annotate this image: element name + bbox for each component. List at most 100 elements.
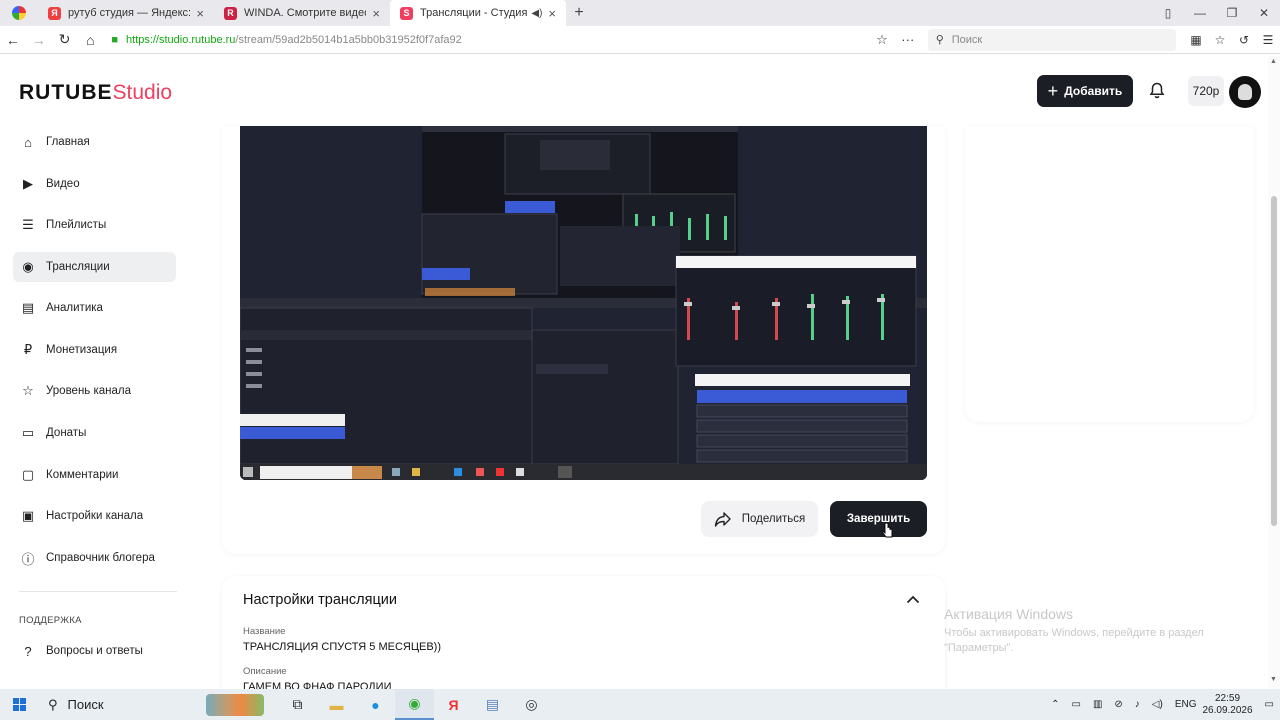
name-label: Название [243, 626, 286, 637]
scroll-up-icon[interactable]: ▲ [1270, 58, 1277, 65]
sidebar-item-blogger-guide[interactable]: ⓘ Справочник блогера [13, 543, 176, 573]
notepad-icon[interactable]: ▤ [473, 689, 512, 720]
sidebar-item-label: Справочник блогера [46, 552, 155, 564]
language-indicator[interactable]: ENG [1175, 699, 1197, 710]
sidebar-item-channel-level[interactable]: ☆ Уровень канала [13, 376, 176, 406]
sidebar-item-label: Видео [46, 178, 80, 190]
page-scrollbar[interactable]: ▲ ▼ [1268, 56, 1280, 689]
clock-date: 26.09.2026 [1202, 704, 1253, 716]
chrome-icon[interactable]: ◉ [395, 689, 434, 720]
notifications-icon[interactable]: ▭ [1265, 699, 1274, 710]
browser-tab[interactable]: Я рутуб студия — Яндекс: наш × [38, 0, 214, 26]
reload-icon[interactable]: ↻ [52, 31, 78, 48]
close-tab-icon[interactable]: × [548, 6, 556, 21]
notifications-bell-icon[interactable] [1149, 82, 1165, 103]
name-value[interactable]: ТРАНСЛЯЦИЯ СПУСТЯ 5 МЕСЯЦЕВ)) [243, 641, 441, 653]
sidebar-item-channel-settings[interactable]: ▣ Настройки канала [13, 501, 176, 531]
home-page-icon[interactable]: ⌂ [77, 32, 103, 48]
browser-search-input[interactable]: ⚲ Поиск [927, 28, 1177, 51]
url-host: https://studio.rutube.ru [125, 33, 236, 46]
restore-icon[interactable]: ❐ [1216, 6, 1248, 20]
share-button[interactable]: Поделиться [701, 501, 818, 537]
volume-icon[interactable]: ◁) [1152, 699, 1163, 710]
sidebar: ⌂ Главная ▶ Видео ☰ Плейлисты ◉ Трансляции ▤… [0, 126, 200, 689]
edge-icon[interactable]: ● [356, 689, 395, 720]
video-icon: ▶ [23, 176, 33, 191]
sidebar-item-label: Главная [46, 136, 90, 148]
tab-favicon-icon: R [224, 6, 237, 20]
sidebar-item-faq[interactable]: ? Вопросы и ответы [13, 636, 176, 666]
stream-preview[interactable] [240, 126, 927, 480]
menu-icon[interactable]: ☰ [1256, 33, 1280, 47]
favorites-icon[interactable]: ☆ [1208, 33, 1232, 47]
rutube-studio-logo[interactable]: RUTUBEStudio [19, 81, 172, 105]
sidebar-item-donations[interactable]: ▭ Донаты [13, 418, 176, 448]
audio-playing-icon[interactable]: ◀) [531, 8, 542, 19]
avatar[interactable] [1229, 76, 1261, 108]
taskbar-search[interactable]: ⚲ Поиск [38, 689, 206, 720]
minimize-icon[interactable]: — [1184, 6, 1216, 20]
browser-tab-active[interactable]: S Трансляции - Студия RUT ◀) × [390, 0, 566, 26]
more-icon[interactable]: ··· [894, 32, 922, 47]
browser-logo-icon[interactable] [0, 0, 38, 26]
donate-icon: ▭ [21, 425, 35, 440]
share-icon [714, 512, 731, 527]
sidebar-item-label: Вопросы и ответы [46, 645, 143, 657]
taskbar-search-label: Поиск [67, 697, 104, 712]
close-tab-icon[interactable]: × [196, 6, 204, 21]
quality-selector[interactable]: 720p [1188, 76, 1224, 106]
camera-icon[interactable]: ▭ [1071, 699, 1080, 710]
clock[interactable]: 22:59 26.09.2026 [1202, 693, 1252, 717]
scroll-down-icon[interactable]: ▼ [1270, 676, 1277, 683]
forward-icon[interactable]: → [26, 32, 52, 48]
obs-screen-preview [240, 126, 927, 480]
new-tab-button[interactable]: + [566, 4, 592, 22]
tray-chevron-icon[interactable]: ⌃ [1051, 699, 1059, 710]
network-icon[interactable]: ▥ [1093, 699, 1102, 710]
search-icon: ⚲ [935, 34, 944, 46]
system-tray: ⌃ ▭ ▥ ⊘ ♪ ◁) ENG 22:59 26.09.2026 ▭ [1045, 689, 1280, 720]
secure-lock-icon[interactable]: ■ [111, 34, 118, 46]
sidebar-item-playlists[interactable]: ☰ Плейлисты [13, 210, 176, 240]
sidebar-item-monetization[interactable]: ₽ Монетизация [13, 335, 176, 365]
tab-favicon-icon: Я [48, 6, 61, 20]
sidebar-item-video[interactable]: ▶ Видео [13, 169, 176, 199]
scrollbar-thumb[interactable] [1271, 196, 1277, 526]
playlist-icon: ☰ [22, 217, 34, 232]
task-view-icon[interactable]: ⧉ [278, 689, 317, 720]
search-highlight-image[interactable] [206, 693, 264, 716]
sidebar-item-analytics[interactable]: ▤ Аналитика [13, 293, 176, 323]
search-placeholder: Поиск [951, 33, 983, 46]
finish-stream-button[interactable]: Завершить [830, 501, 927, 537]
star-icon: ☆ [22, 383, 34, 398]
sidebar-item-broadcasts[interactable]: ◉ Трансляции [13, 252, 176, 282]
apps-grid-icon[interactable]: ▦ [1184, 33, 1208, 47]
bookmarks-panel-icon[interactable]: ▯ [1152, 6, 1184, 20]
url-field[interactable]: ■ https://studio.rutube.ru /stream/59ad2… [111, 29, 870, 51]
add-button[interactable]: + Добавить [1037, 75, 1133, 107]
wifi-off-icon[interactable]: ⊘ [1114, 699, 1122, 710]
start-button[interactable] [0, 689, 38, 720]
microphone-icon[interactable]: ♪ [1135, 699, 1140, 710]
description-value[interactable]: ГАМЕМ ВО ФНАФ ПАРОДИИ [243, 681, 391, 689]
url-path: /stream/59ad2b5014b1a5bb0b31952f0f7afa92 [235, 33, 462, 46]
finish-button-label: Завершить [846, 513, 911, 525]
obs-icon[interactable]: ◎ [512, 689, 551, 720]
close-window-icon[interactable]: ✕ [1248, 6, 1280, 20]
browser-tab[interactable]: R WINDA. Смотрите видео онл × [214, 0, 390, 26]
sidebar-item-comments[interactable]: ▢ Комментарии [13, 460, 176, 490]
file-explorer-icon[interactable]: ▬ [317, 689, 356, 720]
chevron-up-icon[interactable] [906, 593, 920, 607]
plus-icon: + [1047, 80, 1059, 101]
close-tab-icon[interactable]: × [372, 6, 380, 21]
help-icon: ? [24, 643, 32, 659]
bookmark-star-icon[interactable]: ☆ [870, 32, 894, 48]
sidebar-item-label: Настройки канала [46, 510, 144, 522]
windows-activation-text: Чтобы активировать Windows, перейдите в … [944, 627, 1204, 654]
sidebar-item-label: Плейлисты [46, 219, 107, 231]
description-label: Описание [243, 666, 287, 677]
back-icon[interactable]: ← [0, 32, 26, 48]
history-icon[interactable]: ↺ [1232, 33, 1256, 47]
sidebar-item-home[interactable]: ⌂ Главная [13, 127, 176, 157]
yandex-browser-icon[interactable]: Я [434, 689, 473, 720]
